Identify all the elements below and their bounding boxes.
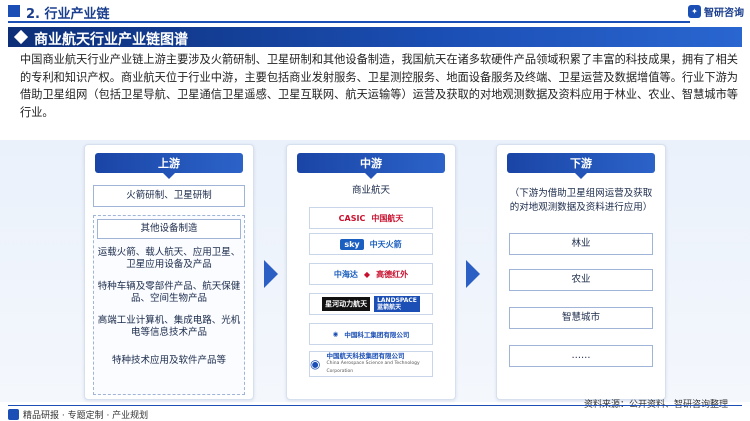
downstream-column: 下游 （下游为借助卫星组网运营及获取的对地观测数据及资料进行应用） 林业 农业 … <box>496 144 666 400</box>
logo-landspace-mark: LANDSPACE <box>377 297 417 304</box>
logo-casic-group-text: 中国科工集团有限公司 <box>344 331 410 339</box>
upstream-item-3: 高端工业计算机、集成电路、光机电等信息技术产品 <box>97 315 241 338</box>
brand-name: 智研咨询 <box>704 8 744 19</box>
logo-casic-group-mark: ◉ <box>332 330 339 338</box>
arrow-mid-to-down-icon <box>466 260 480 288</box>
other-equipment-group <box>93 215 245 395</box>
source-note: 资料来源：公开资料、智研咨询整理 <box>583 400 728 410</box>
logo-casc-text-block: 中国航天科技集团有限公司 China Aerospace Science and… <box>326 352 432 376</box>
upstream-header: 上游 <box>95 153 243 179</box>
logo-hitarget-mark: 中海达 <box>333 269 358 279</box>
logo-zhongtian-mark: sky <box>340 238 364 250</box>
logo-casic: CASIC 中国航天 <box>309 207 433 229</box>
bottom-divider <box>8 405 742 406</box>
logo-landspace: LANDSPACE 蓝箭航天 <box>374 296 420 312</box>
logo-zhongtian: sky 中天火箭 <box>309 233 433 255</box>
footer-slogan: 精品研报 · 专题定制 · 产业规划 <box>8 408 148 421</box>
top-bar: 2. 行业产业链 ✦ 智研咨询 <box>0 0 750 24</box>
footer-slogan-text: 精品研报 · 专题定制 · 产业规划 <box>23 411 149 421</box>
logo-casc-subtext: China Aerospace Science and Technology C… <box>326 361 420 374</box>
title-banner: 商业航天行业产业链图谱 <box>8 27 742 48</box>
midstream-header: 中游 <box>297 153 445 179</box>
logo-galactic-landspace: 星河动力航天 LANDSPACE 蓝箭航天 <box>309 293 433 315</box>
logo-casic-group: ◉ 中国科工集团有限公司 <box>309 323 433 345</box>
downstream-note: （下游为借助卫星组网运营及获取的对地观测数据及资料进行应用） <box>509 188 653 213</box>
logo-galactic-mark: 星河动力航天 <box>322 297 371 311</box>
footer-logo-icon <box>8 409 19 420</box>
brand-logo-icon: ✦ <box>688 5 701 18</box>
logo-casc-mark: ◉ <box>310 357 321 371</box>
downstream-item-forestry: 林业 <box>509 233 653 255</box>
downstream-item-more: …… <box>509 345 653 367</box>
logo-casic-text: 中国航天 <box>371 213 404 223</box>
industry-chain-diagram: 上游 火箭研制、卫星研制 其他设备制造 运载火箭、载人航天、应用卫星、卫星应用设… <box>0 140 750 402</box>
logo-guide-text: 高德红外 <box>376 269 409 279</box>
downstream-item-smart-city: 智慧城市 <box>509 307 653 329</box>
midstream-column: 中游 商业航天 CASIC 中国航天 sky 中天火箭 中海达 ◆ 高德红外 星… <box>286 144 456 400</box>
logo-hi-target-guide: 中海达 ◆ 高德红外 <box>309 263 433 285</box>
midstream-subtitle: 商业航天 <box>351 185 390 196</box>
downstream-header: 下游 <box>507 153 655 179</box>
upstream-item-1: 运载火箭、载人航天、应用卫星、卫星应用设备及产品 <box>97 247 241 270</box>
downstream-item-agriculture: 农业 <box>509 269 653 291</box>
upstream-column: 上游 火箭研制、卫星研制 其他设备制造 运载火箭、载人航天、应用卫星、卫星应用设… <box>84 144 254 400</box>
intro-text: 中国商业航天行业产业链上游主要涉及火箭研制、卫星研制和其他设备制造，我国航天在诸… <box>20 53 738 119</box>
section-marker <box>8 5 20 17</box>
other-equipment-box: 其他设备制造 <box>97 219 241 239</box>
logo-casc-text: 中国航天科技集团有限公司 <box>326 352 405 360</box>
rocket-satellite-box: 火箭研制、卫星研制 <box>93 185 245 207</box>
arrow-up-to-mid-icon <box>264 260 278 288</box>
upstream-item-2: 特种车辆及零部件产品、航天保健品、空间生物产品 <box>97 281 241 304</box>
upstream-item-4: 特种技术应用及软件产品等 <box>111 355 226 366</box>
diamond-icon <box>13 29 29 45</box>
section-title: 2. 行业产业链 <box>26 7 110 22</box>
brand-top: ✦ 智研咨询 <box>688 4 744 19</box>
logo-casic-mark: CASIC <box>338 213 366 223</box>
logo-casc-group: ◉ 中国航天科技集团有限公司 China Aerospace Science a… <box>309 351 433 377</box>
logo-landspace-text: 蓝箭航天 <box>377 304 402 311</box>
banner-title: 商业航天行业产业链图谱 <box>34 32 188 48</box>
logo-zhongtian-text: 中天火箭 <box>369 239 402 249</box>
logo-guide-mark: ◆ <box>363 269 371 279</box>
top-divider <box>8 21 690 23</box>
